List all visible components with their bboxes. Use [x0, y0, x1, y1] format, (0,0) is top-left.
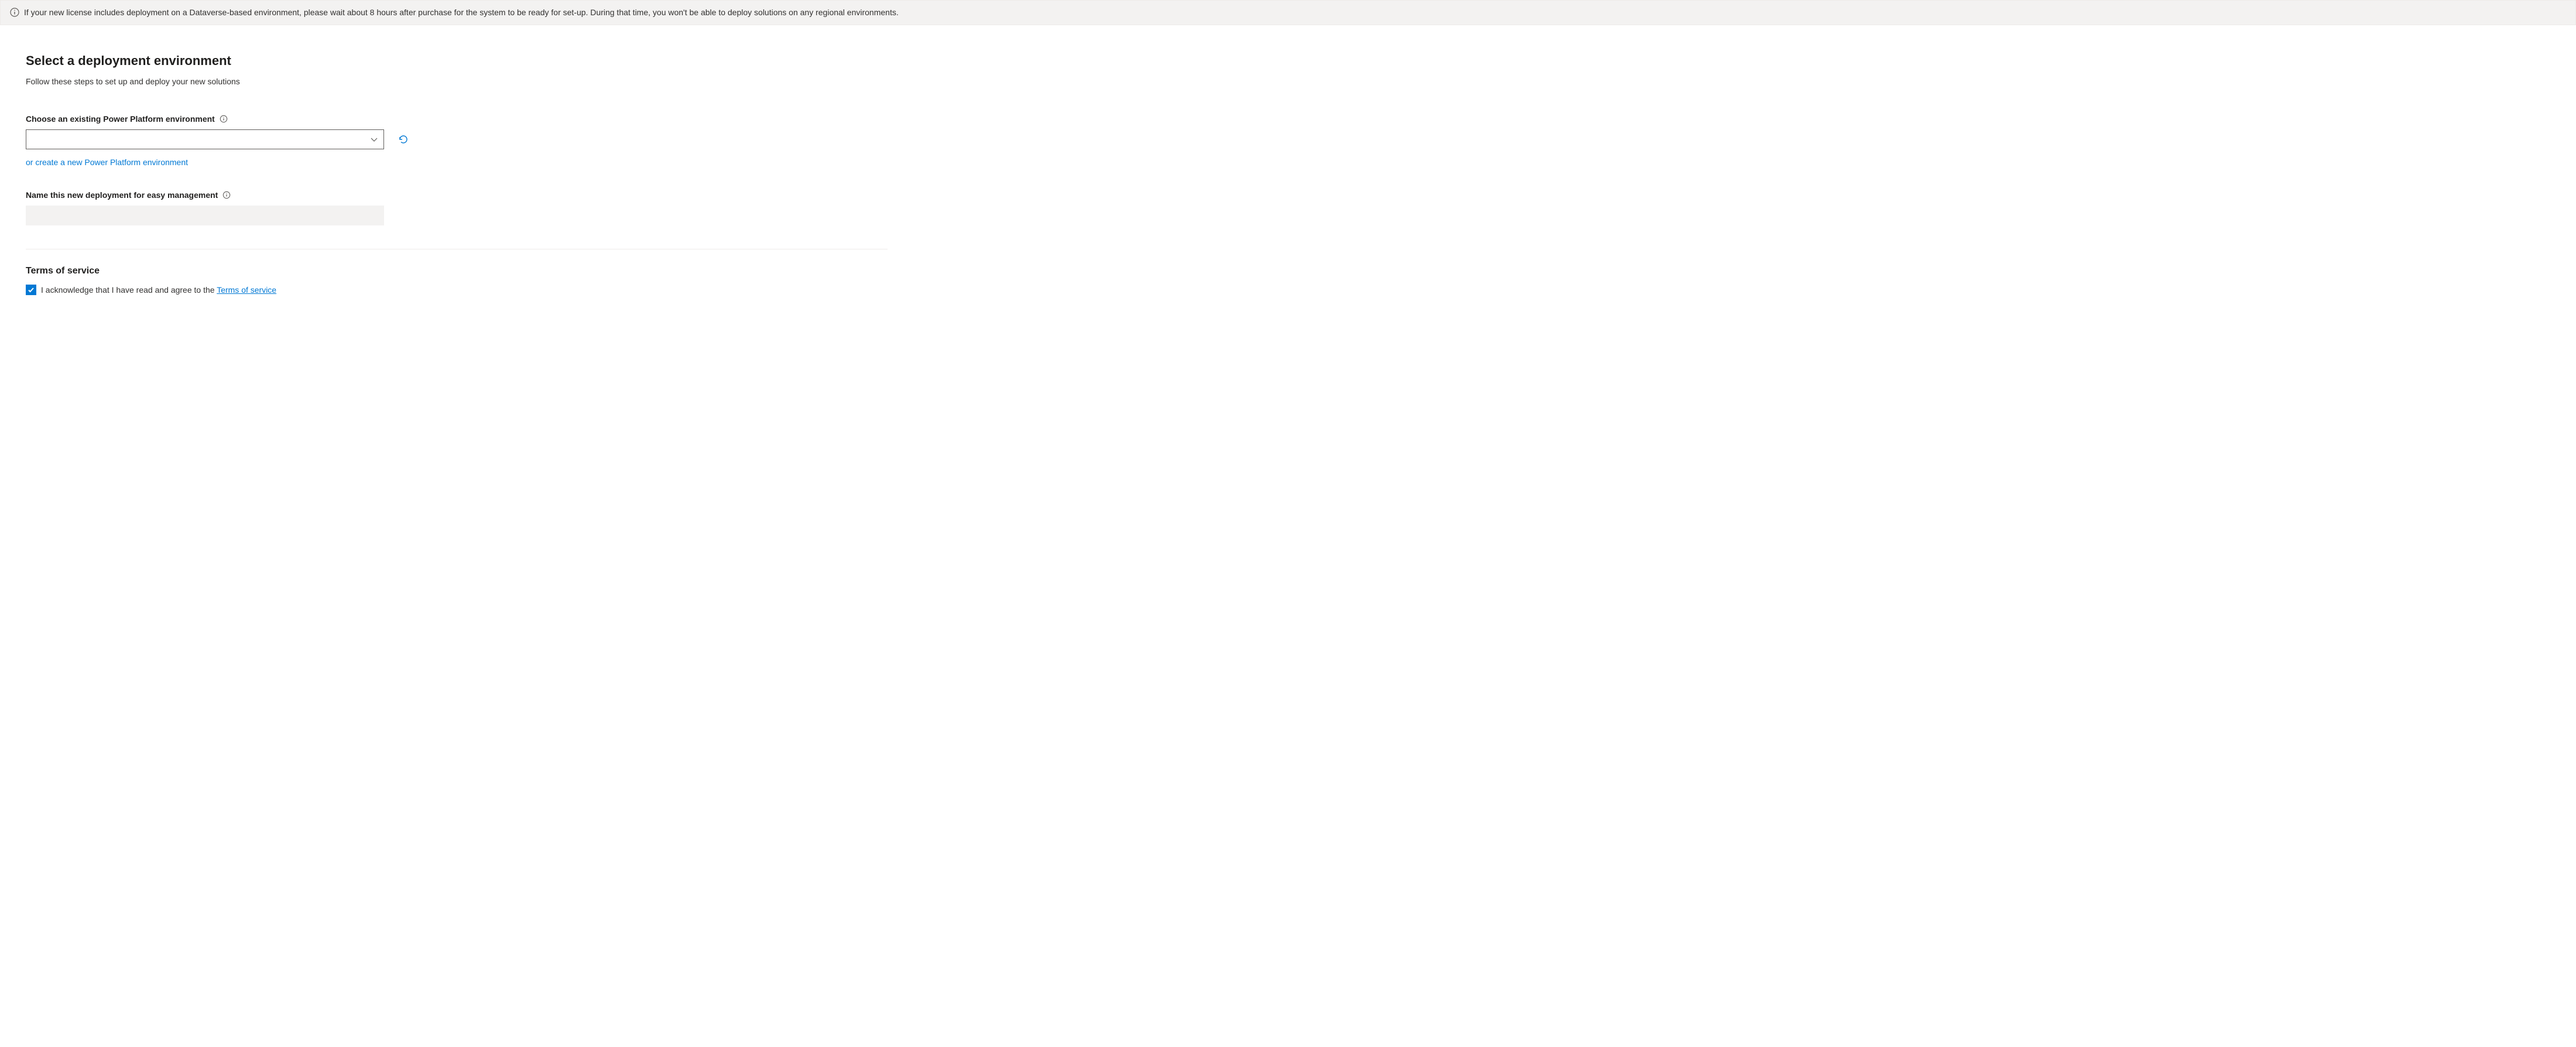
- refresh-icon: [398, 134, 409, 145]
- banner-text: If your new license includes deployment …: [24, 6, 899, 19]
- deployment-name-label: Name this new deployment for easy manage…: [26, 190, 888, 200]
- environment-field-group: Choose an existing Power Platform enviro…: [26, 114, 888, 167]
- info-icon[interactable]: [220, 115, 228, 123]
- environment-select-row: [26, 129, 888, 149]
- terms-ack-label: I acknowledge that I have read and agree…: [41, 285, 276, 295]
- main-content: Select a deployment environment Follow t…: [0, 25, 913, 309]
- terms-ack-prefix: I acknowledge that I have read and agree…: [41, 285, 217, 295]
- page-subtitle: Follow these steps to set up and deploy …: [26, 77, 888, 86]
- info-icon: [10, 8, 19, 17]
- deployment-name-label-text: Name this new deployment for easy manage…: [26, 190, 218, 200]
- page-title: Select a deployment environment: [26, 53, 888, 69]
- deployment-name-field-group: Name this new deployment for easy manage…: [26, 190, 888, 225]
- info-banner: If your new license includes deployment …: [0, 0, 2576, 25]
- terms-of-service-link[interactable]: Terms of service: [217, 285, 276, 295]
- environment-select-wrapper: [26, 129, 384, 149]
- terms-checkbox[interactable]: [26, 285, 36, 295]
- refresh-button[interactable]: [396, 132, 411, 147]
- info-icon[interactable]: [222, 191, 231, 199]
- terms-checkbox-row: I acknowledge that I have read and agree…: [26, 285, 888, 295]
- environment-label-text: Choose an existing Power Platform enviro…: [26, 114, 215, 124]
- terms-heading: Terms of service: [26, 266, 888, 276]
- environment-label: Choose an existing Power Platform enviro…: [26, 114, 888, 124]
- deployment-name-input[interactable]: [26, 206, 384, 225]
- environment-select[interactable]: [26, 129, 384, 149]
- create-environment-link[interactable]: or create a new Power Platform environme…: [26, 158, 188, 167]
